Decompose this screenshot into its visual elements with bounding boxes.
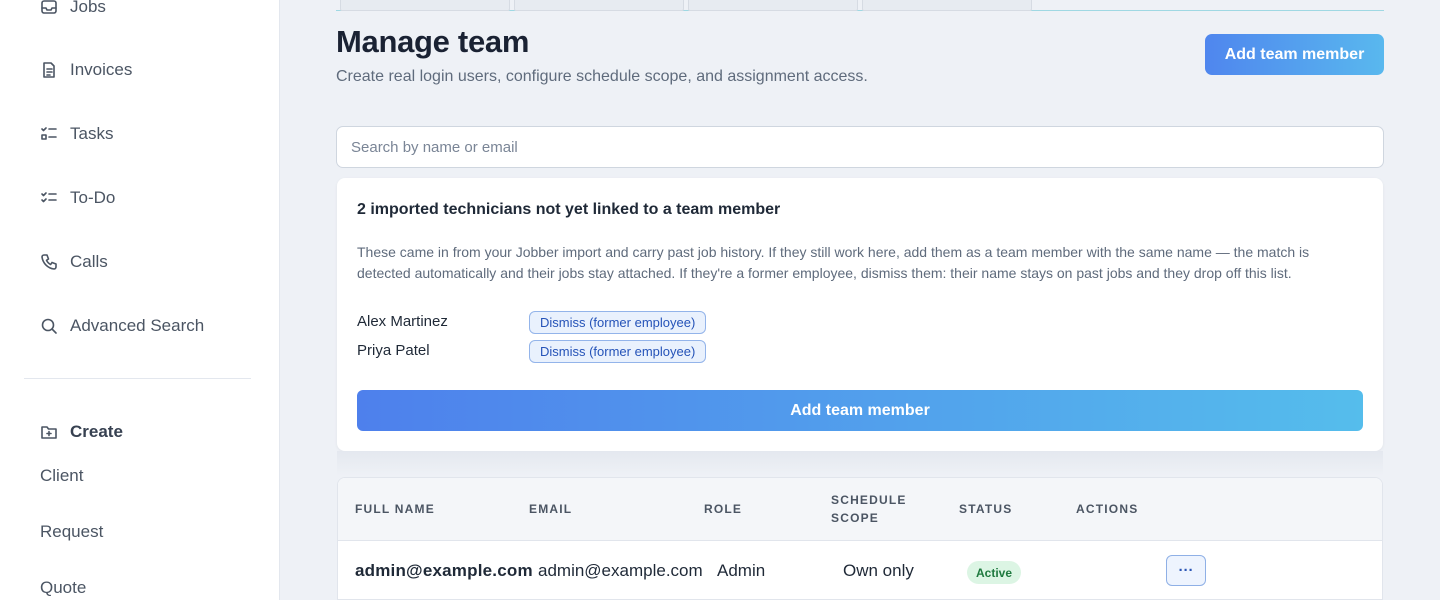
sidebar-item-label: Invoices [70,60,133,79]
table-row[interactable]: admin@example.com admin@example.com Admi… [338,541,1382,599]
task-list-icon [40,125,58,143]
sidebar-item-jobs[interactable]: Jobs [40,0,106,19]
column-header-role: ROLE [704,502,743,516]
sidebar-item-advanced-search[interactable]: Advanced Search [40,314,204,338]
page-subtitle: Create real login users, configure sched… [336,68,868,85]
checklist-icon [40,189,58,207]
column-header-status: STATUS [959,502,1013,516]
dismiss-button[interactable]: Dismiss (former employee) [529,311,707,334]
full-name-cell: admin@example.com [355,561,533,580]
team-table: FULL NAME EMAIL ROLE SCHEDULE SCOPE STAT… [337,477,1383,600]
tab[interactable] [514,0,684,11]
card-title: 2 imported technicians not yet linked to… [357,201,781,218]
sidebar-item-label: Jobs [70,0,106,16]
create-label: Create [70,422,123,441]
add-team-member-button[interactable]: Add team member [1205,34,1384,75]
sidebar-item-label: Tasks [70,124,114,143]
technician-name: Priya Patel [357,342,430,359]
sidebar-item-label: Advanced Search [70,316,205,335]
table-header: FULL NAME EMAIL ROLE SCHEDULE SCOPE STAT… [338,478,1382,541]
sidebar-item-tasks[interactable]: Tasks [40,122,113,146]
technician-name: Alex Martinez [357,313,448,330]
search-icon [40,317,58,335]
tab[interactable] [340,0,510,11]
create-quote-link[interactable]: Quote [40,578,86,598]
imported-technicians-card: 2 imported technicians not yet linked to… [337,178,1383,451]
column-header-full-name: FULL NAME [355,502,435,516]
row-actions-button[interactable]: ··· [1166,555,1206,586]
folder-plus-icon [40,423,58,441]
settings-tabs [336,0,1384,11]
create-request-link[interactable]: Request [40,522,103,542]
sidebar-item-todo[interactable]: To-Do [40,186,115,210]
sidebar-create-section[interactable]: Create [40,420,123,444]
create-client-link[interactable]: Client [40,466,83,486]
inbox-icon [40,0,58,16]
sidebar-divider [24,378,251,379]
column-header-actions: ACTIONS [1076,502,1139,516]
column-header-email: EMAIL [529,502,573,516]
sidebar-item-invoices[interactable]: Invoices [40,58,132,82]
tab[interactable] [688,0,858,11]
card-shadow [337,451,1383,476]
schedule-scope-cell: Own only [843,561,914,580]
sidebar-item-label: Calls [70,252,108,271]
sidebar-item-label: To-Do [70,188,116,207]
card-description: These came in from your Jobber import an… [357,244,1310,281]
tab[interactable] [862,0,1032,11]
sidebar: Jobs Invoices Tasks To-Do Calls Advanced… [0,0,280,600]
document-icon [40,61,58,79]
page-title: Manage team [336,24,530,59]
status-badge: Active [967,561,1022,584]
add-team-member-wide-button[interactable]: Add team member [357,390,1363,431]
phone-icon [40,253,58,271]
sidebar-item-calls[interactable]: Calls [40,250,108,274]
role-cell: Admin [717,561,766,580]
dismiss-button[interactable]: Dismiss (former employee) [529,340,707,363]
column-header-schedule-scope: SCHEDULE SCOPE [831,493,907,525]
search-input[interactable] [336,126,1384,168]
email-cell: admin@example.com [538,561,703,580]
